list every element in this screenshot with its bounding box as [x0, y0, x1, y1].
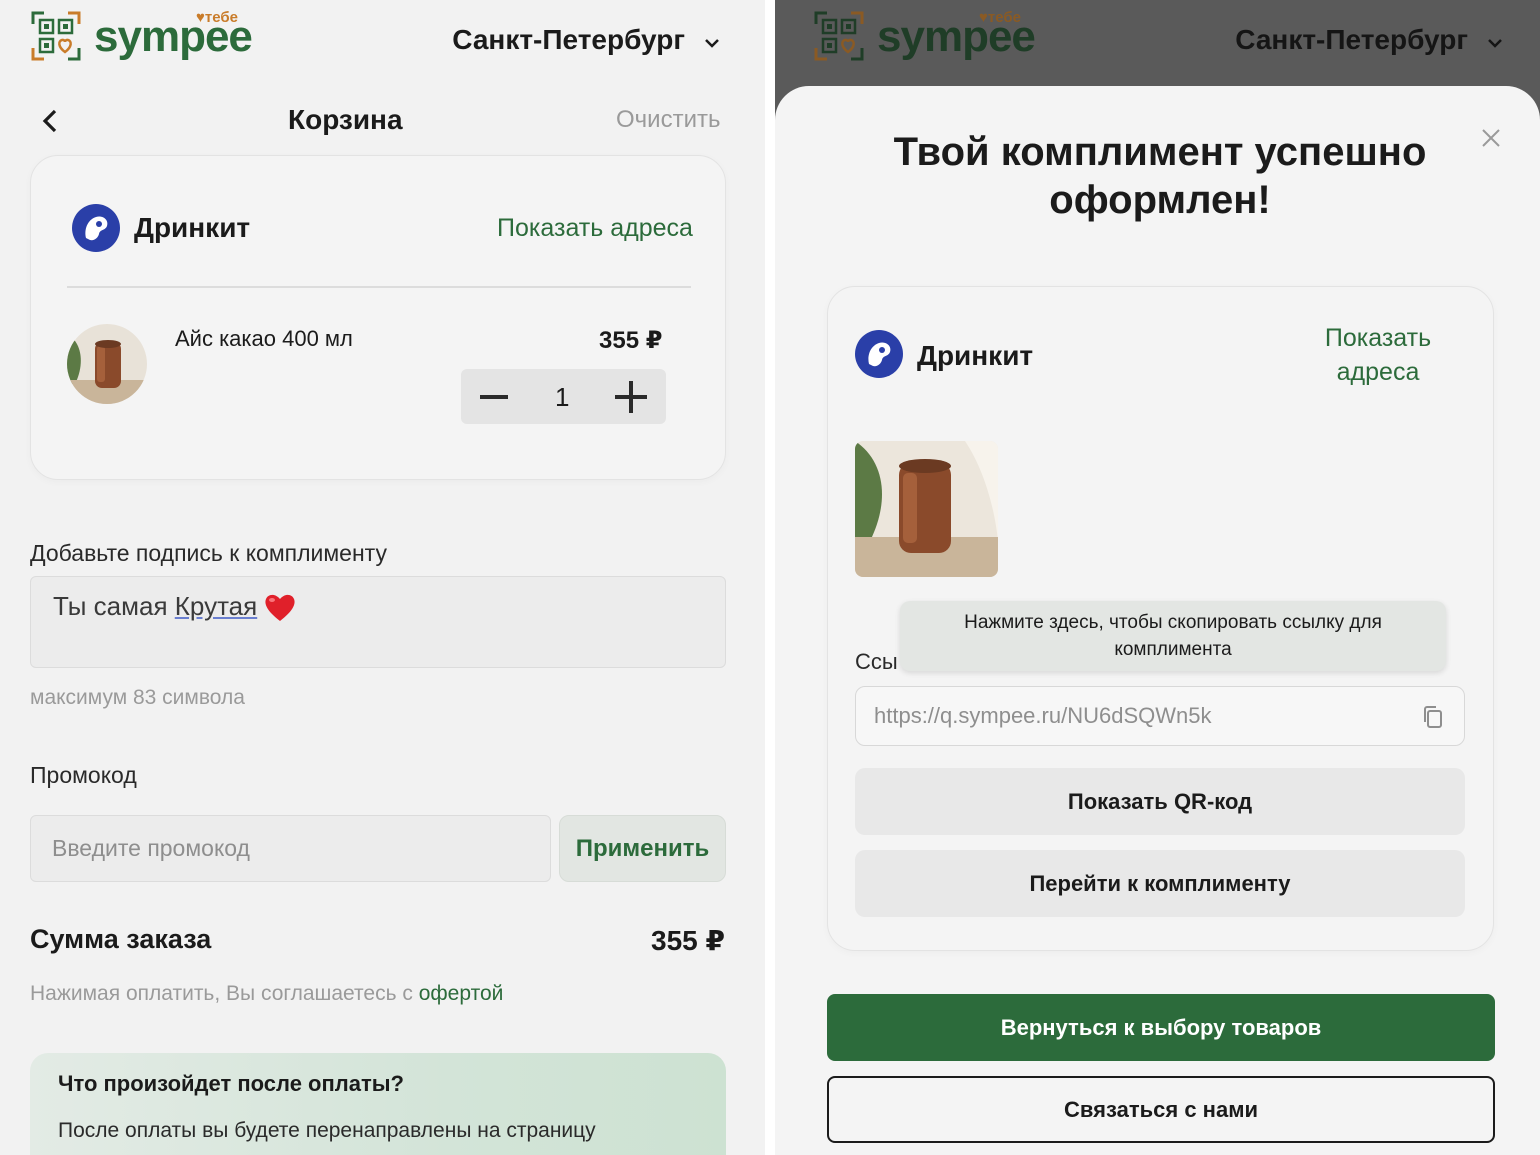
tooltip-line2: комплимента — [1114, 639, 1232, 660]
promo-input[interactable] — [30, 815, 551, 882]
promo-label: Промокод — [30, 762, 137, 788]
quantity-value: 1 — [555, 382, 570, 412]
heart-emoji-icon — [265, 594, 295, 621]
contact-us-button[interactable]: Связаться с нами — [827, 1076, 1495, 1143]
after-payment-info: Что произойдет после оплаты? После оплат… — [30, 1053, 726, 1155]
logo-superscript: ♥тебе — [196, 9, 239, 26]
drinkit-logo-icon — [72, 204, 120, 252]
info-title: Что произойдет после оплаты? — [58, 1071, 404, 1096]
logo-superscript-text: тебе — [987, 9, 1022, 26]
city-selector: Санкт-Петербург — [1235, 24, 1468, 55]
chevron-down-icon — [1488, 39, 1502, 48]
brand-name: Дринкит — [134, 212, 251, 243]
logo-superscript: ♥тебе — [979, 9, 1022, 26]
link-label: Ссы — [855, 649, 898, 674]
modal-title-line1: Твой комплимент успешно — [893, 130, 1427, 174]
compliment-link-field[interactable]: https://q.sympee.ru/NU6dSQWn5k — [855, 686, 1465, 746]
go-to-compliment-button[interactable]: Перейти к комплименту — [855, 850, 1465, 917]
order-total-label: Сумма заказа — [30, 924, 212, 954]
show-addresses-link[interactable]: Показать адреса — [497, 214, 693, 243]
signature-label: Добавьте подпись к комплименту — [30, 540, 387, 566]
modal-title: Твой комплимент успешно оформлен! — [835, 128, 1485, 224]
app-header-dimmed: sympee ♥тебе Санкт-Петербург — [775, 0, 1540, 86]
app-header: sympee ♥тебе Санкт-Петербург — [0, 0, 765, 86]
brand-name: Дринкит — [917, 340, 1034, 371]
qr-heart-icon — [814, 11, 864, 61]
drinkit-logo-icon — [855, 330, 903, 378]
copy-icon[interactable] — [1422, 705, 1444, 729]
chevron-down-icon[interactable] — [703, 34, 721, 52]
city-selector[interactable]: Санкт-Петербург — [452, 24, 685, 56]
plus-icon[interactable] — [613, 379, 649, 415]
success-modal: Твой комплимент успешно оформлен! Дринки… — [775, 86, 1540, 1155]
copy-link-tooltip: Нажмите здесь, чтобы скопировать ссылку … — [900, 601, 1446, 671]
offer-link[interactable]: офертой — [419, 982, 504, 1005]
signature-text: Ты самая Крутая — [53, 591, 257, 622]
product-name: Айс какао 400 мл — [175, 326, 353, 351]
success-screen: sympee ♥тебе Санкт-Петербург Твой компли… — [775, 0, 1540, 1155]
chevron-left-icon[interactable] — [38, 106, 64, 136]
tooltip-line1: Нажмите здесь, чтобы скопировать ссылку … — [964, 612, 1382, 633]
page-title: Корзина — [288, 104, 403, 135]
quantity-stepper: 1 — [461, 369, 666, 424]
back-to-products-button[interactable]: Вернуться к выбору товаров — [827, 994, 1495, 1061]
qr-heart-icon — [31, 11, 81, 61]
store-card: Дринкит Показать адреса Айс какао 400 мл… — [30, 155, 726, 480]
info-text: После оплаты вы будете перенаправлены на… — [58, 1119, 596, 1142]
apply-promo-button[interactable]: Применить — [559, 815, 726, 882]
screen-divider — [765, 0, 775, 1155]
logo-superscript-text: тебе — [204, 9, 239, 26]
signature-hint: максимум 83 символа — [30, 686, 245, 709]
show-qr-button[interactable]: Показать QR-код — [855, 768, 1465, 835]
compliment-card: Дринкит Показать адреса Ссы https://q.sy… — [827, 286, 1494, 951]
product-image — [67, 324, 147, 404]
show-addresses-line1: Показать — [1324, 324, 1432, 352]
product-price: 355 ₽ — [599, 327, 663, 354]
modal-title-line2: оформлен! — [1049, 178, 1271, 222]
show-addresses-link[interactable]: Показать адреса — [1298, 321, 1458, 389]
clear-cart-button[interactable]: Очистить — [616, 106, 720, 134]
divider — [67, 286, 691, 288]
product-image — [855, 441, 998, 577]
minus-icon[interactable] — [479, 384, 509, 410]
show-addresses-line2: адреса — [1336, 358, 1420, 386]
signature-field[interactable]: Ты самая Крутая — [30, 576, 726, 668]
logo: sympee ♥тебе — [813, 10, 1043, 65]
compliment-link-url: https://q.sympee.ru/NU6dSQWn5k — [874, 703, 1212, 728]
signature-text-plain: Ты самая — [53, 591, 175, 621]
order-total-value: 355 ₽ — [651, 925, 725, 956]
signature-text-underlined: Крутая — [174, 591, 258, 621]
logo[interactable]: sympee ♥тебе — [30, 10, 260, 65]
offer-agreement: Нажимая оплатить, Вы соглашаетесь с офер… — [30, 982, 503, 1006]
cart-screen: sympee ♥тебе Санкт-Петербург Корзина Очи… — [0, 0, 765, 1155]
offer-agreement-text: Нажимая оплатить, Вы соглашаетесь с — [30, 982, 419, 1005]
